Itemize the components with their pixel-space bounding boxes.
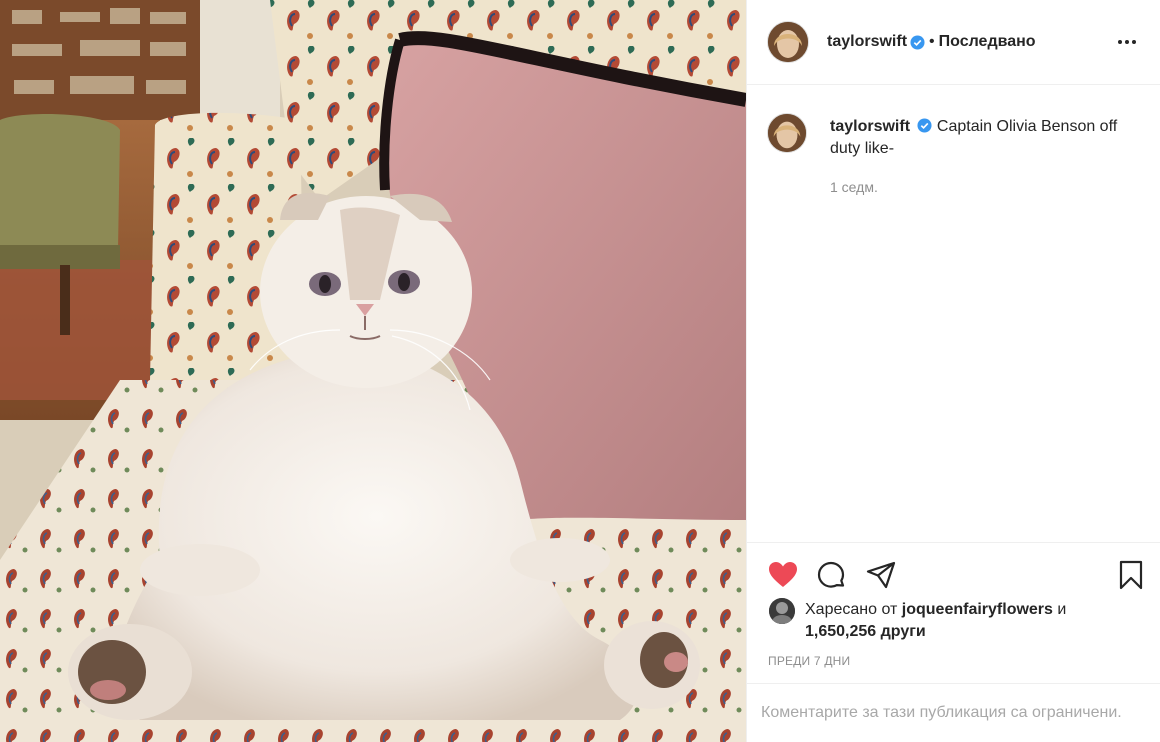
post-photo[interactable] [0,0,746,742]
more-options-icon[interactable] [1115,30,1139,54]
heart-filled-icon[interactable] [767,559,799,591]
likes-summary: Харесано от joqueenfairyflowers и 1,650,… [769,598,1125,643]
author-avatar[interactable] [767,21,809,63]
caption-timestamp[interactable]: 1 седм. [830,176,1130,198]
verified-badge-icon [910,34,925,50]
caption-username[interactable]: taylorswift [830,118,910,135]
paper-plane-icon[interactable] [865,559,897,591]
likes-conjunction: и [1057,601,1067,618]
liker-avatar[interactable] [769,598,795,624]
author-username[interactable]: taylorswift [827,33,907,51]
liker-username[interactable]: joqueenfairyflowers [902,601,1053,618]
comments-disabled-notice: Коментарите за тази публикация са ограни… [747,683,1160,742]
likes-prefix: Харесано от [805,601,898,618]
instagram-post: taylorswift • Последвано taylorswift Cap… [0,0,1160,742]
post-date[interactable]: ПРЕДИ 7 ДНИ [768,654,850,668]
avatar-photo [768,22,808,62]
post-sidebar: taylorswift • Последвано taylorswift Cap… [746,0,1160,742]
likes-text: Харесано от joqueenfairyflowers и 1,650,… [805,599,1125,643]
verified-badge-icon [917,118,932,133]
follow-status-button[interactable]: Последвано [939,33,1036,51]
likes-count[interactable]: 1,650,256 други [805,623,926,640]
post-caption: taylorswift Captain Olivia Benson off du… [767,113,1144,198]
post-header: taylorswift • Последвано [747,0,1160,85]
cat-photo-illustration [0,0,746,742]
bookmark-icon[interactable] [1115,559,1147,591]
avatar-photo [768,114,806,152]
header-separator: • [929,33,935,50]
caption-author-avatar[interactable] [767,113,807,153]
caption-body: taylorswift Captain Olivia Benson off du… [830,116,1130,198]
action-bar [747,542,1160,602]
comment-icon[interactable] [815,559,847,591]
